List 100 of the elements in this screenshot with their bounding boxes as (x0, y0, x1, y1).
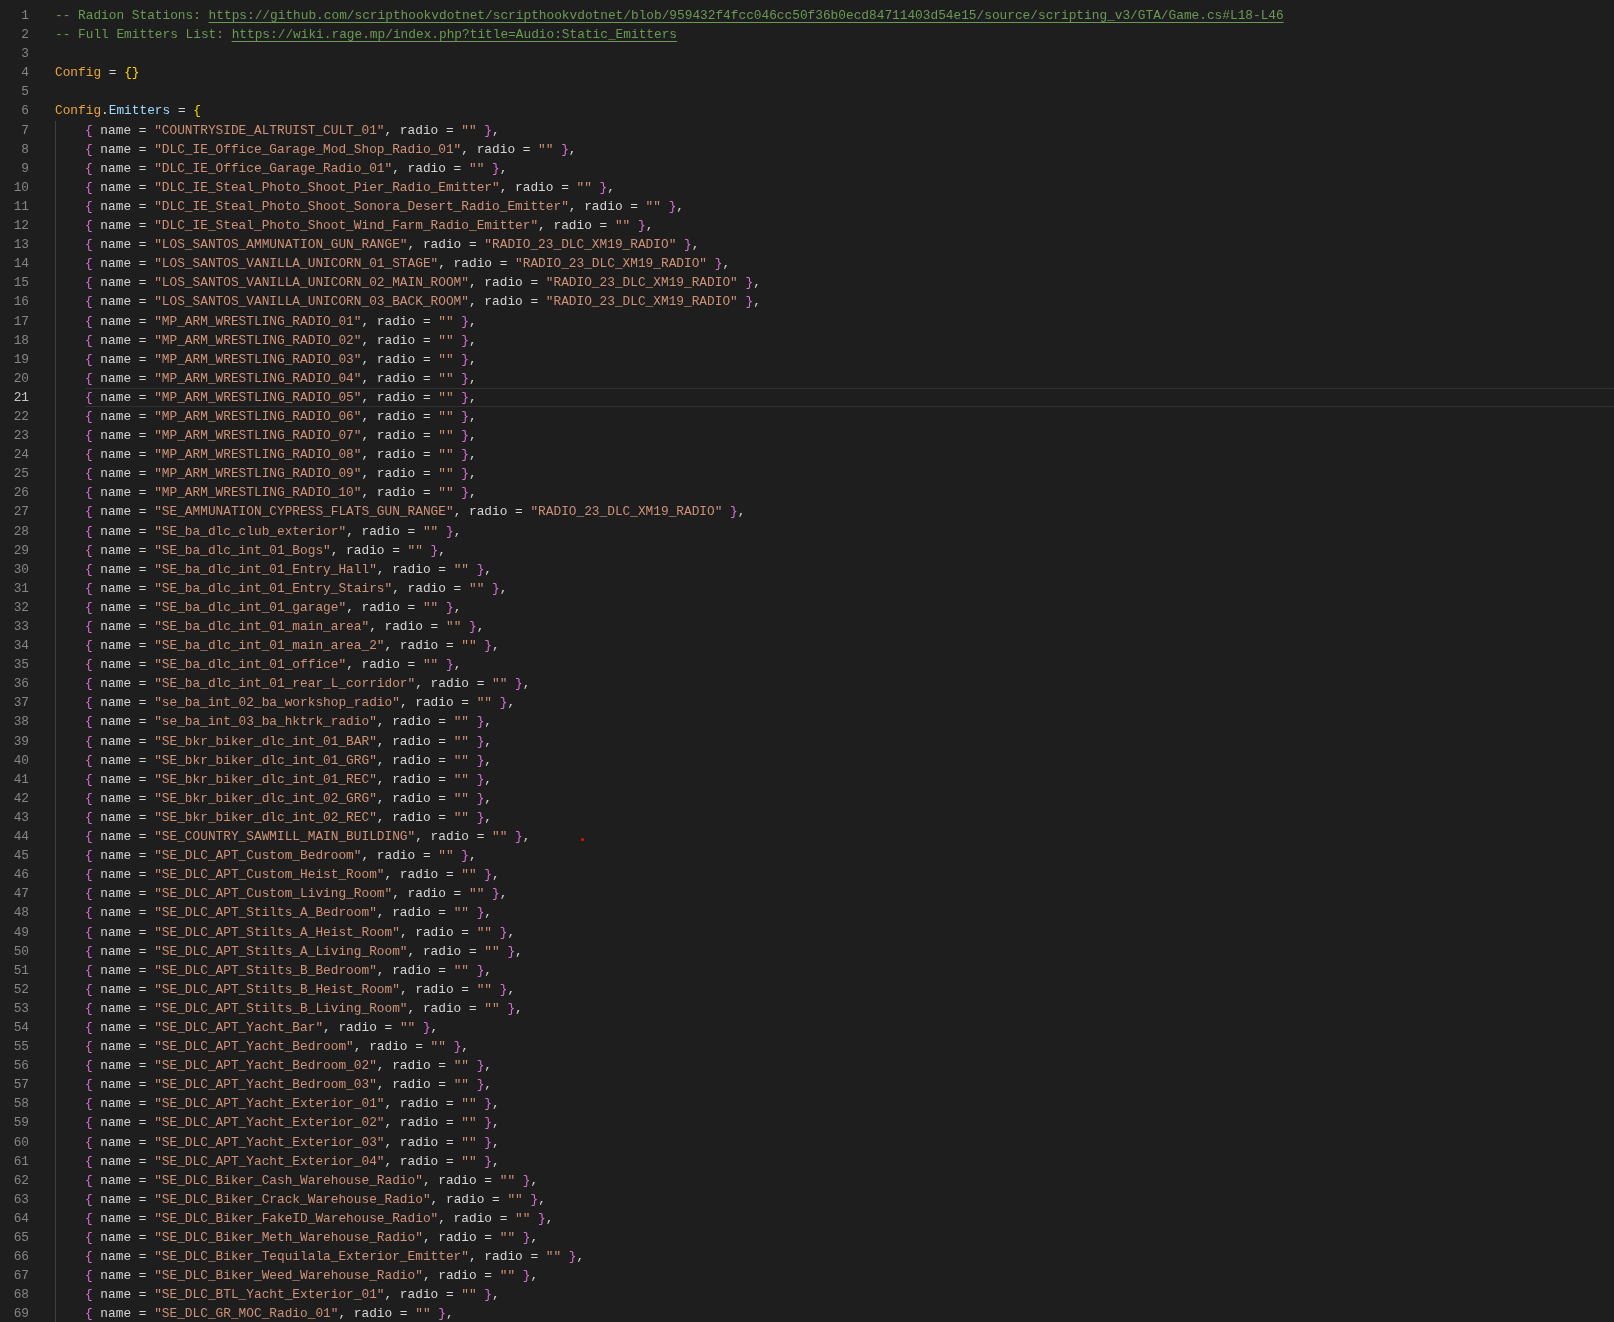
line-number: 41 (12, 770, 29, 789)
code-line: { name = "DLC_IE_Steal_Photo_Shoot_Sonora_Desert_Radio_Emitter", radio = "" }, (85, 197, 685, 216)
line-number: 52 (12, 980, 29, 999)
code-line: { name = "SE_ba_dlc_int_01_office", radio = "" }, (85, 656, 462, 675)
code-line: { name = "SE_DLC_APT_Yacht_Exterior_04", radio = "" }, (85, 1152, 500, 1171)
link[interactable]: https://github.com/scripthookvdotnet/scripthookvdotnet/blob/959432f4fcc046cc50f36b0ecd84711403d54e15/source/scripting_v3/GTA/Game.cs#L18-L46 (208, 8, 1284, 23)
line-number: 63 (12, 1190, 29, 1209)
line-number: 27 (12, 503, 29, 522)
line-number: 19 (12, 350, 29, 369)
code-line: { name = "DLC_IE_Steal_Photo_Shoot_Pier_Radio_Emitter", radio = "" }, (85, 178, 615, 197)
code-line: { name = "LOS_SANTOS_VANILLA_UNICORN_03_BACK_ROOM", radio = "RADIO_23_DLC_XM19_RADIO" }, (85, 293, 761, 312)
code-line: { name = "SE_DLC_APT_Stilts_A_Living_Room", radio = "" }, (85, 942, 523, 961)
code-line: { name = "SE_DLC_APT_Stilts_B_Bedroom", radio = "" }, (85, 961, 493, 980)
line-number: 50 (12, 942, 29, 961)
line-number: 32 (12, 598, 29, 617)
code-line: { name = "MP_ARM_WRESTLING_RADIO_04", radio = "" }, (85, 369, 477, 388)
line-number: 42 (12, 789, 29, 808)
line-number: 8 (20, 140, 29, 159)
line-number: 20 (12, 369, 29, 388)
line-number: 6 (20, 102, 29, 121)
line-number: 39 (12, 732, 29, 751)
line-number: 58 (12, 1095, 29, 1114)
code-line: { name = "SE_DLC_APT_Yacht_Exterior_03", radio = "" }, (85, 1133, 500, 1152)
code-line: { name = "MP_ARM_WRESTLING_RADIO_01", radio = "" }, (85, 312, 477, 331)
line-number: 56 (12, 1057, 29, 1076)
code-line: { name = "SE_DLC_APT_Yacht_Bedroom", radio = "" }, (85, 1038, 469, 1057)
code-line: { name = "SE_DLC_APT_Custom_Bedroom", radio = "" }, (85, 847, 477, 866)
line-number: 44 (12, 828, 29, 847)
line-number: 30 (12, 560, 29, 579)
code-line: { name = "SE_DLC_APT_Yacht_Bar", radio = "" }, (85, 1018, 439, 1037)
line-number: 57 (12, 1076, 29, 1095)
line-number: 7 (20, 121, 29, 140)
line-number: 26 (12, 484, 29, 503)
line-number: 31 (12, 579, 29, 598)
code-line: { name = "SE_bkr_biker_dlc_int_02_REC", radio = "" }, (85, 808, 493, 827)
code-line: { name = "SE_DLC_APT_Yacht_Exterior_02", radio = "" }, (85, 1114, 500, 1133)
code-line: { name = "SE_DLC_APT_Stilts_B_Heist_Room", radio = "" }, (85, 980, 516, 999)
line-number: 47 (12, 885, 29, 904)
line-number: 45 (12, 847, 29, 866)
line-number: 40 (12, 751, 29, 770)
line-number: 34 (12, 637, 29, 656)
code-line: { name = "DLC_IE_Steal_Photo_Shoot_Wind_Farm_Radio_Emitter", radio = "" }, (85, 217, 654, 236)
code-line: { name = "MP_ARM_WRESTLING_RADIO_06", radio = "" }, (85, 407, 477, 426)
code-line: { name = "SE_DLC_BTL_Yacht_Exterior_01", radio = "" }, (85, 1286, 500, 1305)
line-number: 17 (12, 312, 29, 331)
code-line: { name = "SE_DLC_APT_Stilts_A_Heist_Room", radio = "" }, (85, 923, 516, 942)
line-number: 4 (20, 64, 29, 83)
line-number: 25 (12, 465, 29, 484)
code-line: { name = "MP_ARM_WRESTLING_RADIO_09", radio = "" }, (85, 465, 477, 484)
line-number: 46 (12, 866, 29, 885)
line-number: 24 (12, 446, 29, 465)
code-line: { name = "SE_ba_dlc_int_01_rear_L_corridor", radio = "" }, (85, 675, 531, 694)
code-line: -- Full Emitters List: https://wiki.rage.mp/index.php?title=Audio:Static_Emitters (55, 26, 679, 45)
code-line: { name = "SE_COUNTRY_SAWMILL_MAIN_BUILDING", radio = "" }, (85, 828, 531, 847)
code-line: { name = "SE_ba_dlc_int_01_Bogs", radio = "" }, (85, 541, 446, 560)
code-line: { name = "MP_ARM_WRESTLING_RADIO_07", radio = "" }, (85, 427, 477, 446)
dot-icon (581, 838, 584, 841)
code-line: { name = "SE_DLC_Biker_Tequilala_Exterior_Emitter", radio = "" }, (85, 1248, 585, 1267)
code-line: { name = "LOS_SANTOS_VANILLA_UNICORN_02_MAIN_ROOM", radio = "RADIO_23_DLC_XM19_RADIO" }, (85, 274, 761, 293)
code-line: { name = "MP_ARM_WRESTLING_RADIO_08", radio = "" }, (85, 446, 477, 465)
code-line: { name = "SE_ba_dlc_int_01_main_area", radio = "" }, (85, 618, 485, 636)
line-number: 15 (12, 274, 29, 293)
line-number: 37 (12, 694, 29, 713)
line-number: 65 (12, 1229, 29, 1247)
line-number: 12 (12, 217, 29, 236)
line-number: 61 (12, 1152, 29, 1171)
line-number: 49 (12, 923, 29, 942)
line-number: 16 (12, 293, 29, 312)
code-line: { name = "SE_ba_dlc_int_01_main_area_2", radio = "" }, (85, 637, 500, 656)
code-line: { name = "SE_DLC_APT_Yacht_Bedroom_02", radio = "" }, (85, 1057, 493, 1076)
code-line: { name = "MP_ARM_WRESTLING_RADIO_05", radio = "" }, (85, 387, 1614, 407)
link[interactable]: https://wiki.rage.mp/index.php?title=Audio:Static_Emitters (231, 27, 678, 43)
line-number: 69 (12, 1305, 29, 1322)
code-line: { name = "MP_ARM_WRESTLING_RADIO_02", radio = "" }, (85, 331, 477, 350)
line-number: 13 (12, 236, 29, 255)
line-number: 11 (12, 197, 29, 216)
code-line: { name = "SE_DLC_APT_Yacht_Exterior_01", radio = "" }, (85, 1095, 500, 1114)
code-line: { name = "SE_ba_dlc_club_exterior", radio = "" }, (85, 522, 462, 541)
code-line: { name = "SE_DLC_Biker_Meth_Warehouse_Radio", radio = "" }, (85, 1229, 539, 1247)
line-number: 21 (12, 388, 29, 407)
line-number: 10 (12, 178, 29, 197)
code-line: { name = "SE_bkr_biker_dlc_int_02_GRG", radio = "" }, (85, 789, 493, 808)
line-number: 1 (20, 7, 29, 25)
code-line: { name = "SE_DLC_APT_Yacht_Bedroom_03", radio = "" }, (85, 1076, 493, 1095)
line-number: 29 (12, 541, 29, 560)
line-number: 9 (20, 159, 29, 178)
line-number: 51 (12, 961, 29, 980)
code-line: Config.Emitters = { (55, 102, 202, 121)
line-number: 36 (12, 675, 29, 694)
code-line: { name = "MP_ARM_WRESTLING_RADIO_10", radio = "" }, (85, 484, 477, 503)
code-line: { name = "SE_DLC_Biker_Crack_Warehouse_Radio", radio = "" }, (85, 1190, 546, 1209)
line-number: 66 (12, 1248, 29, 1267)
line-number: 59 (12, 1114, 29, 1133)
code-line: -- Radion Stations: https://github.com/scripthookvdotnet/scripthookvdotnet/blob/959432f4fcc046cc50f36b0ecd84711403d54e15/source/scripting_v3/GTA/Game.cs#L18-L46 (55, 7, 1285, 25)
line-number: 5 (20, 83, 29, 102)
line-number: 68 (12, 1286, 29, 1305)
code-line: { name = "LOS_SANTOS_VANILLA_UNICORN_01_STAGE", radio = "RADIO_23_DLC_XM19_RADIO" }, (85, 255, 731, 274)
code-line: { name = "MP_ARM_WRESTLING_RADIO_03", radio = "" }, (85, 350, 477, 369)
code-line: { name = "se_ba_int_02_ba_workshop_radio", radio = "" }, (85, 694, 516, 713)
code-line: { name = "LOS_SANTOS_AMMUNATION_GUN_RANGE", radio = "RADIO_23_DLC_XM19_RADIO" }, (85, 236, 700, 255)
